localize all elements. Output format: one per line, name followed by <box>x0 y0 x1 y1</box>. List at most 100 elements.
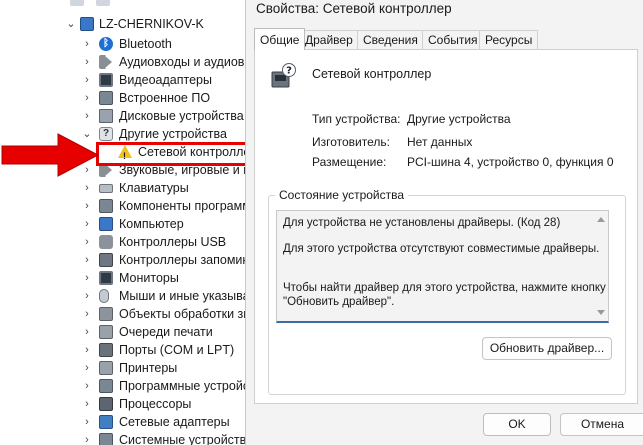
chevron-right-icon[interactable]: › <box>82 395 92 413</box>
chevron-down-icon[interactable]: ⌄ <box>66 15 76 33</box>
tree-item-label: Bluetooth <box>119 37 172 51</box>
chevron-right-icon[interactable]: › <box>82 71 92 89</box>
print-queue-icon <box>99 325 113 339</box>
port-icon <box>99 343 113 357</box>
keyboard-icon <box>99 184 113 193</box>
tab-panel-general: ? Сетевой контроллер Тип устройства: Дру… <box>254 49 638 404</box>
update-driver-button[interactable]: Обновить драйвер... <box>482 337 612 360</box>
chevron-right-icon[interactable]: › <box>82 35 92 53</box>
tree-item-label: Аудиовходы и аудиов <box>119 55 245 69</box>
device-status-group: Состояние устройства Для устройства не у… <box>268 188 626 395</box>
software-component-icon <box>99 199 113 213</box>
device-status-textbox[interactable]: Для устройства не установлены драйверы. … <box>276 210 609 323</box>
status-line: Для этого устройства отсутствуют совмест… <box>283 243 600 255</box>
location-label: Размещение: <box>312 155 387 169</box>
tree-item-label: Системные устройства <box>119 433 254 445</box>
cancel-button[interactable]: Отмена <box>560 413 643 436</box>
dialog-title: Свойства: Сетевой контроллер <box>256 1 452 16</box>
chevron-right-icon[interactable]: › <box>82 215 92 233</box>
chevron-right-icon[interactable]: › <box>82 251 92 269</box>
disk-icon <box>99 109 113 123</box>
unknown-device-icon: ? <box>271 63 296 88</box>
tree-item-label: Контроллеры USB <box>119 235 227 249</box>
manufacturer-label: Изготовитель: <box>312 135 390 149</box>
firmware-icon <box>99 91 113 105</box>
system-device-icon <box>99 433 113 445</box>
tree-item-label: Очереди печати <box>119 325 213 339</box>
monitor-icon <box>99 271 113 285</box>
device-status-label: Состояние устройства <box>275 188 409 202</box>
processor-icon <box>99 397 113 411</box>
computer-icon <box>99 217 113 231</box>
svg-text:?: ? <box>286 66 292 77</box>
tab-events[interactable]: События <box>422 30 484 50</box>
tab-driver[interactable]: Драйвер <box>299 30 359 50</box>
tree-item-label: Процессоры <box>119 397 192 411</box>
manufacturer-value: Нет данных <box>407 135 473 149</box>
status-line: Для устройства не установлены драйверы. … <box>283 217 561 229</box>
device-type-value: Другие устройства <box>407 112 511 126</box>
tab-resources[interactable]: Ресурсы <box>479 30 539 50</box>
scroll-up-icon[interactable] <box>597 217 605 222</box>
chevron-right-icon[interactable]: › <box>82 305 92 323</box>
chevron-right-icon[interactable]: › <box>82 53 92 71</box>
tree-top-icon <box>96 0 110 6</box>
chevron-right-icon[interactable]: › <box>82 359 92 377</box>
tree-item-label: Встроенное ПО <box>119 91 211 105</box>
tab-general[interactable]: Общие <box>254 28 306 50</box>
mouse-icon <box>99 289 109 303</box>
properties-dialog: Свойства: Сетевой контроллер Общие Драйв… <box>245 0 643 445</box>
tree-item-label: Объекты обработки зву <box>119 307 256 321</box>
tree-item-label: Мыши и иные указыва <box>119 289 250 303</box>
status-scrollbar[interactable] <box>594 211 608 321</box>
tree-scrolled-row <box>66 0 246 9</box>
audio-processing-icon <box>99 307 113 321</box>
tree-item-label: Сетевые адаптеры <box>119 415 230 429</box>
ok-button[interactable]: OK <box>483 413 551 436</box>
speaker-icon <box>99 55 113 69</box>
device-name: Сетевой контроллер <box>312 67 432 81</box>
tree-item-label: Дисковые устройства <box>119 109 244 123</box>
status-line: "Обновить драйвер". <box>283 296 395 308</box>
tree-item-label: Мониторы <box>119 271 179 285</box>
status-line: Чтобы найти драйвер для этого устройства… <box>283 282 606 294</box>
scroll-down-icon[interactable] <box>597 310 605 315</box>
chevron-right-icon[interactable]: › <box>82 197 92 215</box>
tree-item-label: Клавиатуры <box>119 181 189 195</box>
tree-item-label: Порты (COM и LPT) <box>119 343 235 357</box>
tree-item-label: Другие устройства <box>119 127 227 141</box>
network-adapter-icon <box>99 415 113 429</box>
tree-item-label: Принтеры <box>119 361 178 375</box>
chevron-right-icon[interactable]: › <box>82 107 92 125</box>
usb-icon <box>99 235 113 249</box>
printer-icon <box>99 361 113 375</box>
chevron-right-icon[interactable]: › <box>82 323 92 341</box>
chevron-right-icon[interactable]: › <box>82 179 92 197</box>
tree-item-label: Компьютер <box>119 217 184 231</box>
tree-top-icon <box>70 0 84 6</box>
dialog-titlebar[interactable]: Свойства: Сетевой контроллер <box>246 0 643 26</box>
software-device-icon <box>99 379 113 393</box>
tree-item-label: Контроллеры запомин <box>119 253 250 267</box>
tab-details[interactable]: Сведения <box>357 30 424 50</box>
bluetooth-icon: ᛒ <box>99 37 113 51</box>
tree-item-label: Видеоадаптеры <box>119 73 212 87</box>
chevron-right-icon[interactable]: › <box>82 233 92 251</box>
chevron-right-icon[interactable]: › <box>82 89 92 107</box>
chevron-right-icon[interactable]: › <box>82 341 92 359</box>
tree-item-label: Программные устройс <box>119 379 250 393</box>
red-arrow-icon <box>1 133 100 177</box>
tree-root-label: LZ-CHERNIKOV-K <box>99 17 204 31</box>
chevron-right-icon[interactable]: › <box>82 287 92 305</box>
chevron-right-icon[interactable]: › <box>82 413 92 431</box>
chevron-right-icon[interactable]: › <box>82 431 92 445</box>
display-adapter-icon <box>99 73 113 87</box>
chevron-right-icon[interactable]: › <box>82 269 92 287</box>
location-value: PCI-шина 4, устройство 0, функция 0 <box>407 155 614 169</box>
unknown-device-icon: ? <box>99 127 113 141</box>
storage-controller-icon <box>99 253 113 267</box>
tree-item-label: Компоненты программ <box>119 199 251 213</box>
chevron-right-icon[interactable]: › <box>82 377 92 395</box>
highlight-box <box>96 142 249 166</box>
device-type-label: Тип устройства: <box>312 112 401 126</box>
